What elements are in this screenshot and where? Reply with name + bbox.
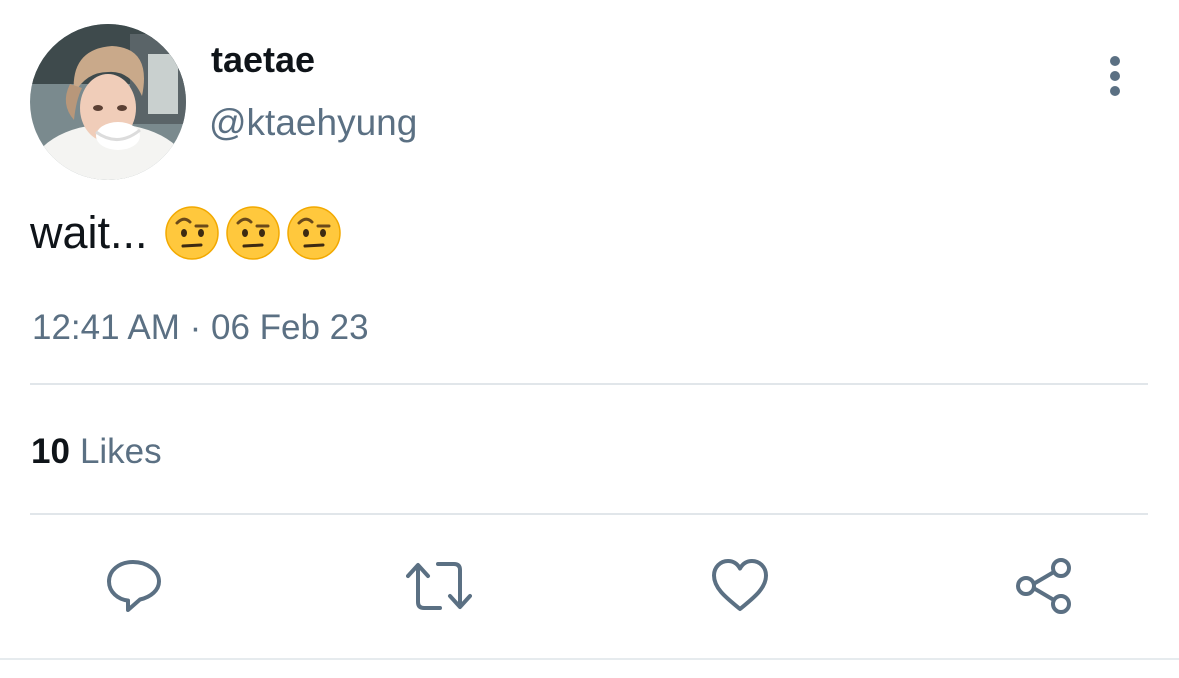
emoji-row (164, 205, 342, 261)
tweet-text: wait... (30, 204, 342, 262)
retweet-arrows-icon (406, 562, 472, 610)
likes-count: 10 (31, 432, 70, 471)
likes-label: Likes (79, 432, 162, 471)
retweet-button[interactable] (406, 556, 472, 616)
more-dot (1110, 56, 1120, 66)
face-with-raised-eyebrow-icon (286, 206, 341, 260)
speech-bubble-icon (107, 560, 161, 612)
share-nodes-icon (1016, 558, 1071, 614)
like-button[interactable] (710, 556, 770, 616)
divider (30, 513, 1148, 515)
bottom-divider (0, 658, 1179, 660)
tweet-timestamp[interactable]: 12:41 AM · 06 Feb 23 (32, 306, 369, 350)
user-handle[interactable]: @ktaehyung (209, 100, 417, 146)
likes-stat[interactable]: 10 Likes (31, 430, 162, 474)
more-dot (1110, 86, 1120, 96)
face-with-raised-eyebrow-icon (164, 206, 219, 260)
reply-button[interactable] (104, 556, 164, 616)
heart-icon (712, 559, 768, 611)
divider (30, 383, 1148, 385)
more-dot (1110, 71, 1120, 81)
avatar-photo (30, 24, 186, 180)
more-options-button[interactable] (1098, 52, 1132, 100)
tweet-detail: taetae @ktaehyung wait... 12:41 AM · 06 … (0, 0, 1179, 678)
avatar[interactable] (30, 24, 186, 180)
face-with-raised-eyebrow-icon (225, 206, 280, 260)
tweet-text-content: wait... (30, 207, 148, 258)
share-button[interactable] (1014, 556, 1074, 616)
display-name[interactable]: taetae (211, 38, 315, 82)
